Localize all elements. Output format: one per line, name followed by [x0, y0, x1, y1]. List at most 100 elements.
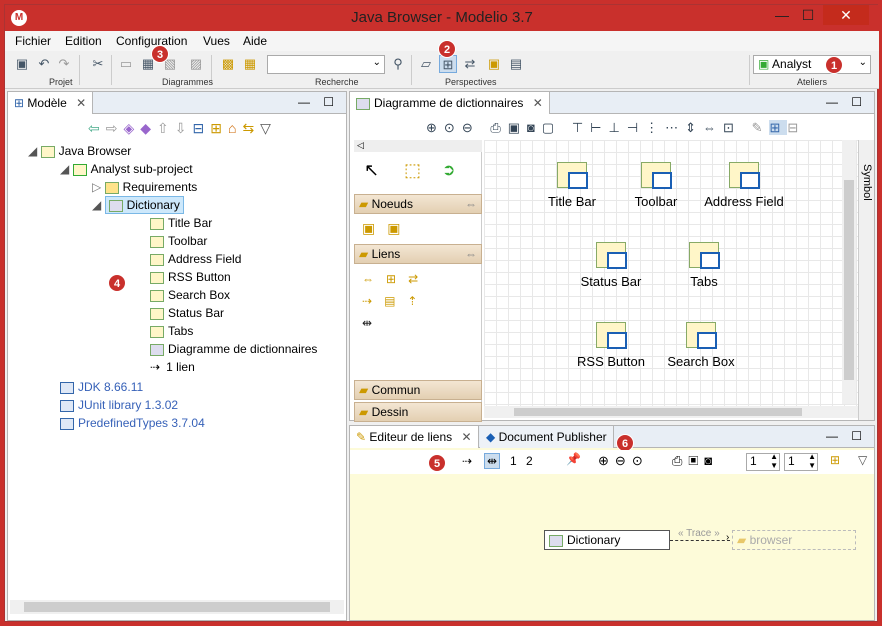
forward-arrow-icon[interactable]: ⇨ — [106, 120, 124, 136]
align-right-icon[interactable]: ⊣ — [627, 120, 645, 135]
diagram-icon-1[interactable]: ▭ — [117, 55, 135, 73]
undo-icon[interactable]: ↶ — [35, 55, 53, 73]
size-h-icon[interactable]: ⇕ — [685, 120, 703, 135]
zoom-fit-icon[interactable]: ⊙ — [632, 453, 649, 468]
diagram-node-toolbar[interactable]: Toolbar — [616, 162, 696, 209]
depth-2-button[interactable]: 2 — [526, 454, 533, 468]
align-bottom-icon[interactable]: ⊥ — [608, 120, 626, 135]
zoom-out-icon[interactable]: ⊖ — [462, 120, 480, 135]
hierarchy-icon[interactable]: ⊞ — [210, 120, 228, 136]
zoom-in-icon[interactable]: ⊕ — [426, 120, 444, 135]
home-icon[interactable]: ⌂ — [228, 120, 242, 136]
diagram-hscrollbar[interactable] — [484, 406, 858, 418]
tab-document-publisher[interactable]: ◆ Document Publisher — [480, 426, 614, 448]
menu-fichier[interactable]: Fichier — [15, 34, 51, 48]
tree-item-title-bar[interactable]: Title Bar — [150, 216, 212, 230]
maximize-button[interactable]: ☐ — [795, 5, 821, 25]
menu-vues[interactable]: Vues — [203, 34, 230, 48]
tree-item-address-field[interactable]: Address Field — [150, 252, 241, 266]
dictionary-tool-icon[interactable]: ▣ — [362, 220, 387, 236]
layout-icon[interactable]: ⊞ — [830, 453, 840, 467]
minimize-icon[interactable]: — — [826, 429, 838, 443]
spinner-2[interactable]: 1 ▲ ▼ — [784, 452, 818, 471]
tab-modele[interactable]: ⊞ Modèle ✕ — [8, 92, 94, 114]
horizontal-scrollbar[interactable] — [10, 600, 344, 614]
folder-icon[interactable]: ▱ — [417, 55, 435, 73]
pin-icon[interactable]: ⇔ — [465, 247, 477, 261]
back-arrow-icon[interactable]: ⇦ — [88, 120, 106, 136]
scrollbar-thumb[interactable] — [844, 180, 854, 380]
minimize-icon[interactable]: — — [826, 95, 838, 109]
diagram-node-title-bar[interactable]: Title Bar — [532, 162, 612, 209]
zoom-in-icon[interactable]: ⊕ — [598, 453, 615, 468]
symbol-tab-label[interactable]: Symbol — [861, 164, 873, 201]
view-menu-icon[interactable]: ▽ — [260, 120, 277, 136]
select-icon[interactable]: ▢ — [542, 120, 561, 135]
distribute-v-icon[interactable]: ⋯ — [665, 120, 685, 135]
fit-icon[interactable]: ⊡ — [723, 120, 741, 135]
diagram-vscrollbar[interactable] — [842, 140, 856, 404]
select-arrow-icon[interactable]: ↖ — [364, 160, 379, 181]
dashed-arrow-icon[interactable]: ⇢ — [462, 454, 472, 468]
size-v-icon[interactable]: ⇔ — [703, 120, 723, 135]
link-tool-icon[interactable]: ⊞ — [386, 272, 408, 286]
tab-link-editor[interactable]: ✎ Editeur de liens ✕ — [350, 426, 479, 448]
collapse-icon[interactable]: ◆ — [140, 120, 157, 136]
close-icon[interactable]: ✕ — [461, 430, 471, 444]
pencil-icon[interactable]: ✎ — [752, 120, 770, 135]
tree-item-diagram[interactable]: Diagramme de dictionnaires — [150, 342, 317, 356]
menu-aide[interactable]: Aide — [243, 34, 267, 48]
zoom-fit-icon[interactable]: ⊙ — [444, 120, 462, 135]
palette-section-dessin[interactable]: ▰ Dessin — [354, 402, 482, 422]
link-tool-icon[interactable]: ▤ — [384, 294, 407, 308]
diagram-canvas[interactable]: Title Bar Toolbar Address Field Status B… — [484, 140, 858, 406]
zoom-out-icon[interactable]: ⊖ — [615, 453, 632, 468]
distribute-h-icon[interactable]: ⋮ — [645, 120, 665, 135]
tree-item-tabs[interactable]: Tabs — [150, 324, 193, 338]
search-combo[interactable]: ⌄ — [267, 55, 385, 74]
link-mode-icon[interactable]: ⇹ — [484, 453, 501, 469]
tree-item-status-bar[interactable]: Status Bar — [150, 306, 224, 320]
camera-icon[interactable]: ◙ — [527, 120, 542, 135]
palette-section-noeuds[interactable]: ▰ Noeuds ⇔ — [354, 194, 482, 214]
symbol-sidebar[interactable]: Symbol — [858, 140, 874, 420]
diagram-node-address-field[interactable]: Address Field — [694, 162, 794, 209]
pin-icon[interactable]: 📌 — [566, 452, 581, 466]
entry-tool-icon[interactable]: ▣ — [387, 220, 412, 236]
link-source-node[interactable]: Dictionary — [544, 530, 670, 550]
snap-icon[interactable]: ⊟ — [787, 120, 805, 135]
minimize-icon[interactable]: — — [298, 95, 310, 109]
minus-icon[interactable]: ⊟ — [193, 120, 211, 136]
diagram-node-status-bar[interactable]: Status Bar — [566, 242, 656, 289]
perspective-dict-icon[interactable]: ▣ — [485, 55, 503, 73]
print-icon[interactable]: ⎙ — [490, 120, 507, 135]
palette-section-commun[interactable]: ▰ Commun — [354, 380, 482, 400]
camera-icon[interactable]: ◙ — [704, 453, 718, 468]
link-tool-icon[interactable]: ⇹ — [362, 316, 384, 330]
link-tool-icon[interactable]: ⇔ — [362, 272, 386, 286]
diagram-node-rss-button[interactable]: RSS Button — [566, 322, 656, 369]
spinner-1[interactable]: 1 ▲ ▼ — [746, 452, 780, 471]
tree-root[interactable]: ◢ Java Browser — [28, 144, 131, 158]
tab-diagram[interactable]: Diagramme de dictionnaires ✕ — [350, 92, 550, 114]
minimize-button[interactable]: — — [769, 5, 795, 25]
tree-dictionary[interactable]: ◢ Dictionary — [92, 196, 184, 214]
marquee-icon[interactable]: ⬚ — [404, 160, 421, 181]
save-image-icon[interactable]: ▣ — [508, 120, 527, 135]
table-icon[interactable]: ▦ — [241, 55, 259, 73]
perspective-link-icon[interactable]: ⇄ — [461, 55, 479, 73]
link-tool-icon[interactable]: ⇢ — [362, 294, 384, 308]
view-menu-icon[interactable]: ▽ — [858, 453, 867, 467]
diagram-icon-4[interactable]: ▨ — [187, 55, 205, 73]
maximize-icon[interactable]: ☐ — [851, 429, 862, 443]
tree-item-toolbar[interactable]: Toolbar — [150, 234, 207, 248]
scrollbar-thumb[interactable] — [24, 602, 330, 612]
tree-item-search-box[interactable]: Search Box — [150, 288, 230, 302]
link-tool-icon[interactable]: ⇄ — [408, 272, 430, 286]
tree-subproject[interactable]: ◢ Analyst sub-project — [60, 162, 193, 176]
depth-1-button[interactable]: 1 — [510, 454, 517, 468]
diagram-node-tabs[interactable]: Tabs — [664, 242, 744, 289]
grid-icon[interactable]: ⊞ — [769, 120, 788, 135]
close-icon[interactable]: ✕ — [76, 96, 86, 110]
link-tool-icon[interactable]: ⇡ — [407, 294, 429, 308]
